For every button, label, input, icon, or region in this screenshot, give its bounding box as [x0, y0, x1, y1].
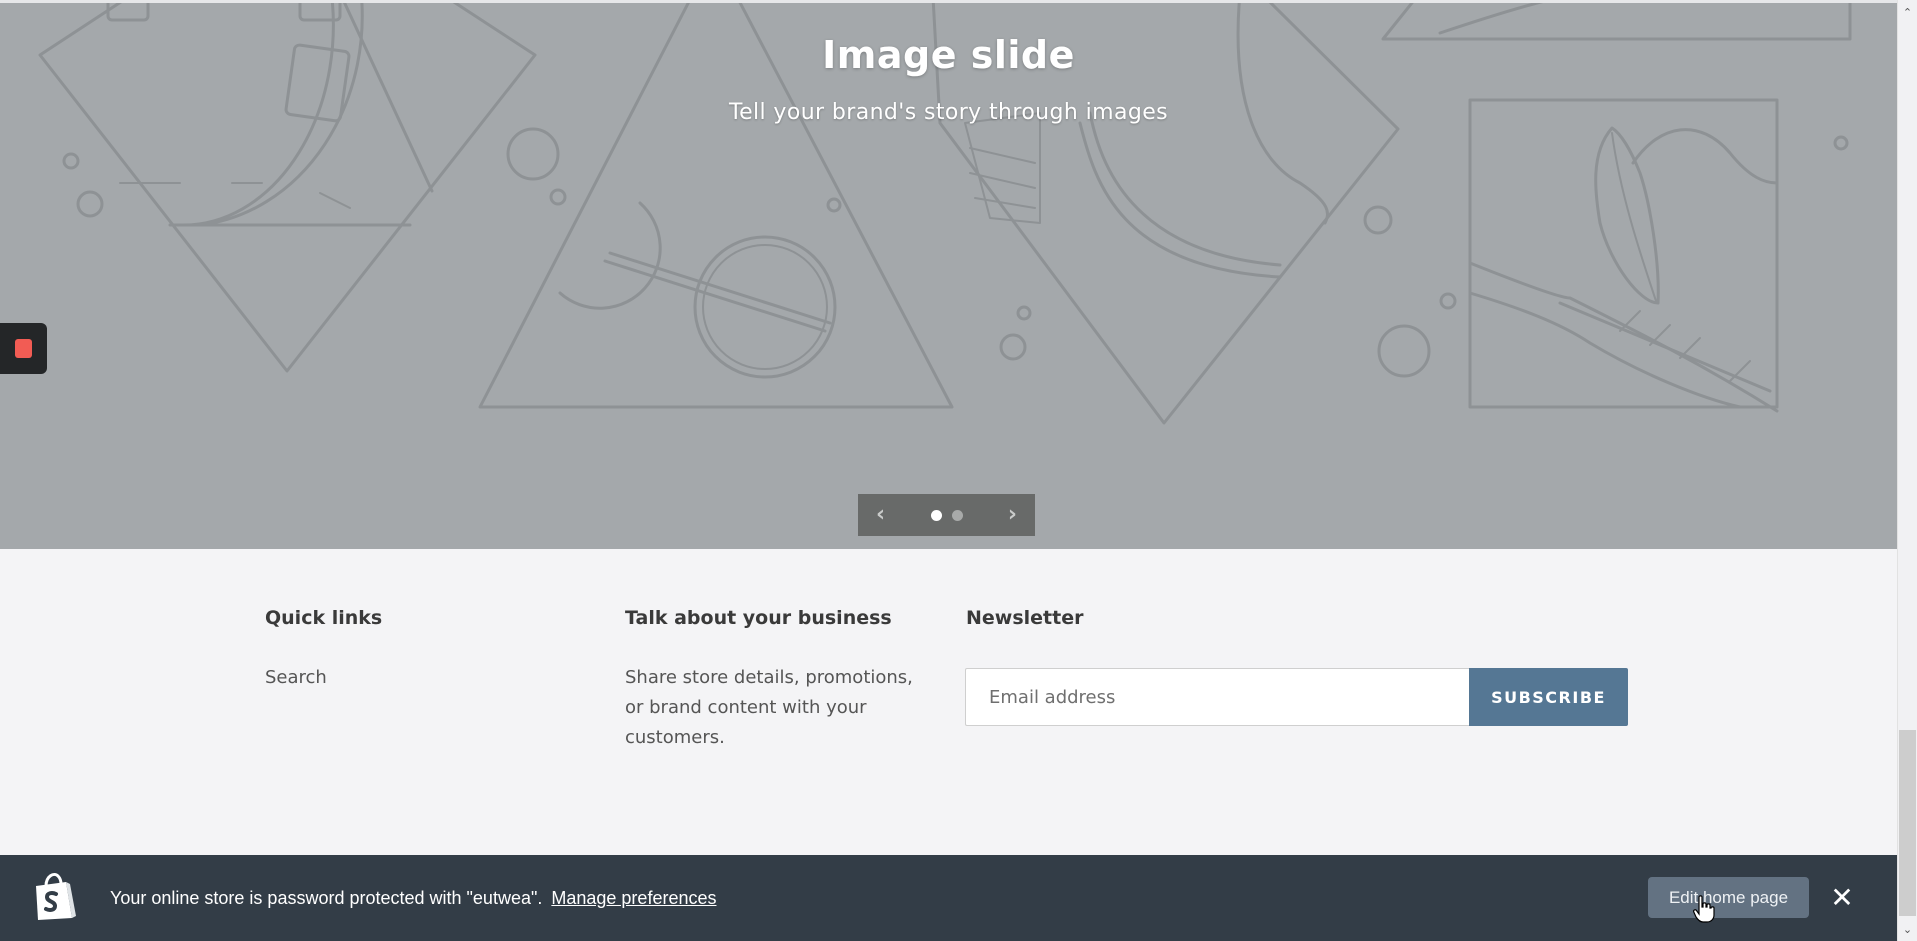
business-text: Share store details, promotions, or bran…: [625, 667, 913, 748]
slider-prev-button[interactable]: ‹: [876, 504, 885, 526]
admin-preview-bar: Your online store is password protected …: [0, 855, 1897, 941]
vertical-scrollbar[interactable]: ⌃ ⌄: [1897, 0, 1917, 941]
subscribe-button[interactable]: SUBSCRIBE: [1469, 668, 1628, 726]
recorder-badge[interactable]: [0, 323, 47, 374]
shopify-bag-icon: [36, 872, 76, 920]
slider-dots: [930, 509, 963, 521]
footer-link-search[interactable]: Search: [265, 663, 327, 693]
business-title: Talk about your business: [625, 607, 892, 629]
password-protected-text: Your online store is password protected …: [110, 888, 543, 908]
hand-pointer-cursor-icon: [1693, 895, 1715, 923]
newsletter-title: Newsletter: [966, 607, 1084, 629]
hero-title: Image slide: [822, 33, 1075, 77]
scroll-down-icon[interactable]: ⌄: [1898, 920, 1917, 938]
newsletter-email-input[interactable]: [965, 668, 1469, 726]
edit-home-page-button[interactable]: Edit home page: [1648, 877, 1809, 918]
slider-next-button[interactable]: ›: [1008, 504, 1017, 526]
scroll-up-icon[interactable]: ⌃: [1898, 3, 1917, 21]
slider-controls: ‹ ›: [858, 494, 1035, 536]
scroll-thumb[interactable]: [1899, 730, 1916, 916]
slide-dot-1[interactable]: [930, 509, 942, 521]
slide-dot-2[interactable]: [951, 509, 963, 521]
stop-record-icon: [15, 339, 32, 358]
glasses-lens: [693, 235, 837, 379]
hero-illustration: [38, 3, 1852, 425]
hero-subtitle: Tell your brand's story through images: [728, 100, 1169, 125]
quick-links-title: Quick links: [265, 607, 383, 629]
manage-preferences-link[interactable]: Manage preferences: [551, 888, 716, 908]
admin-message: Your online store is password protected …: [110, 888, 716, 909]
image-slideshow: Image slide Tell your brand's story thro…: [0, 3, 1897, 549]
close-icon[interactable]: ✕: [1827, 877, 1857, 917]
